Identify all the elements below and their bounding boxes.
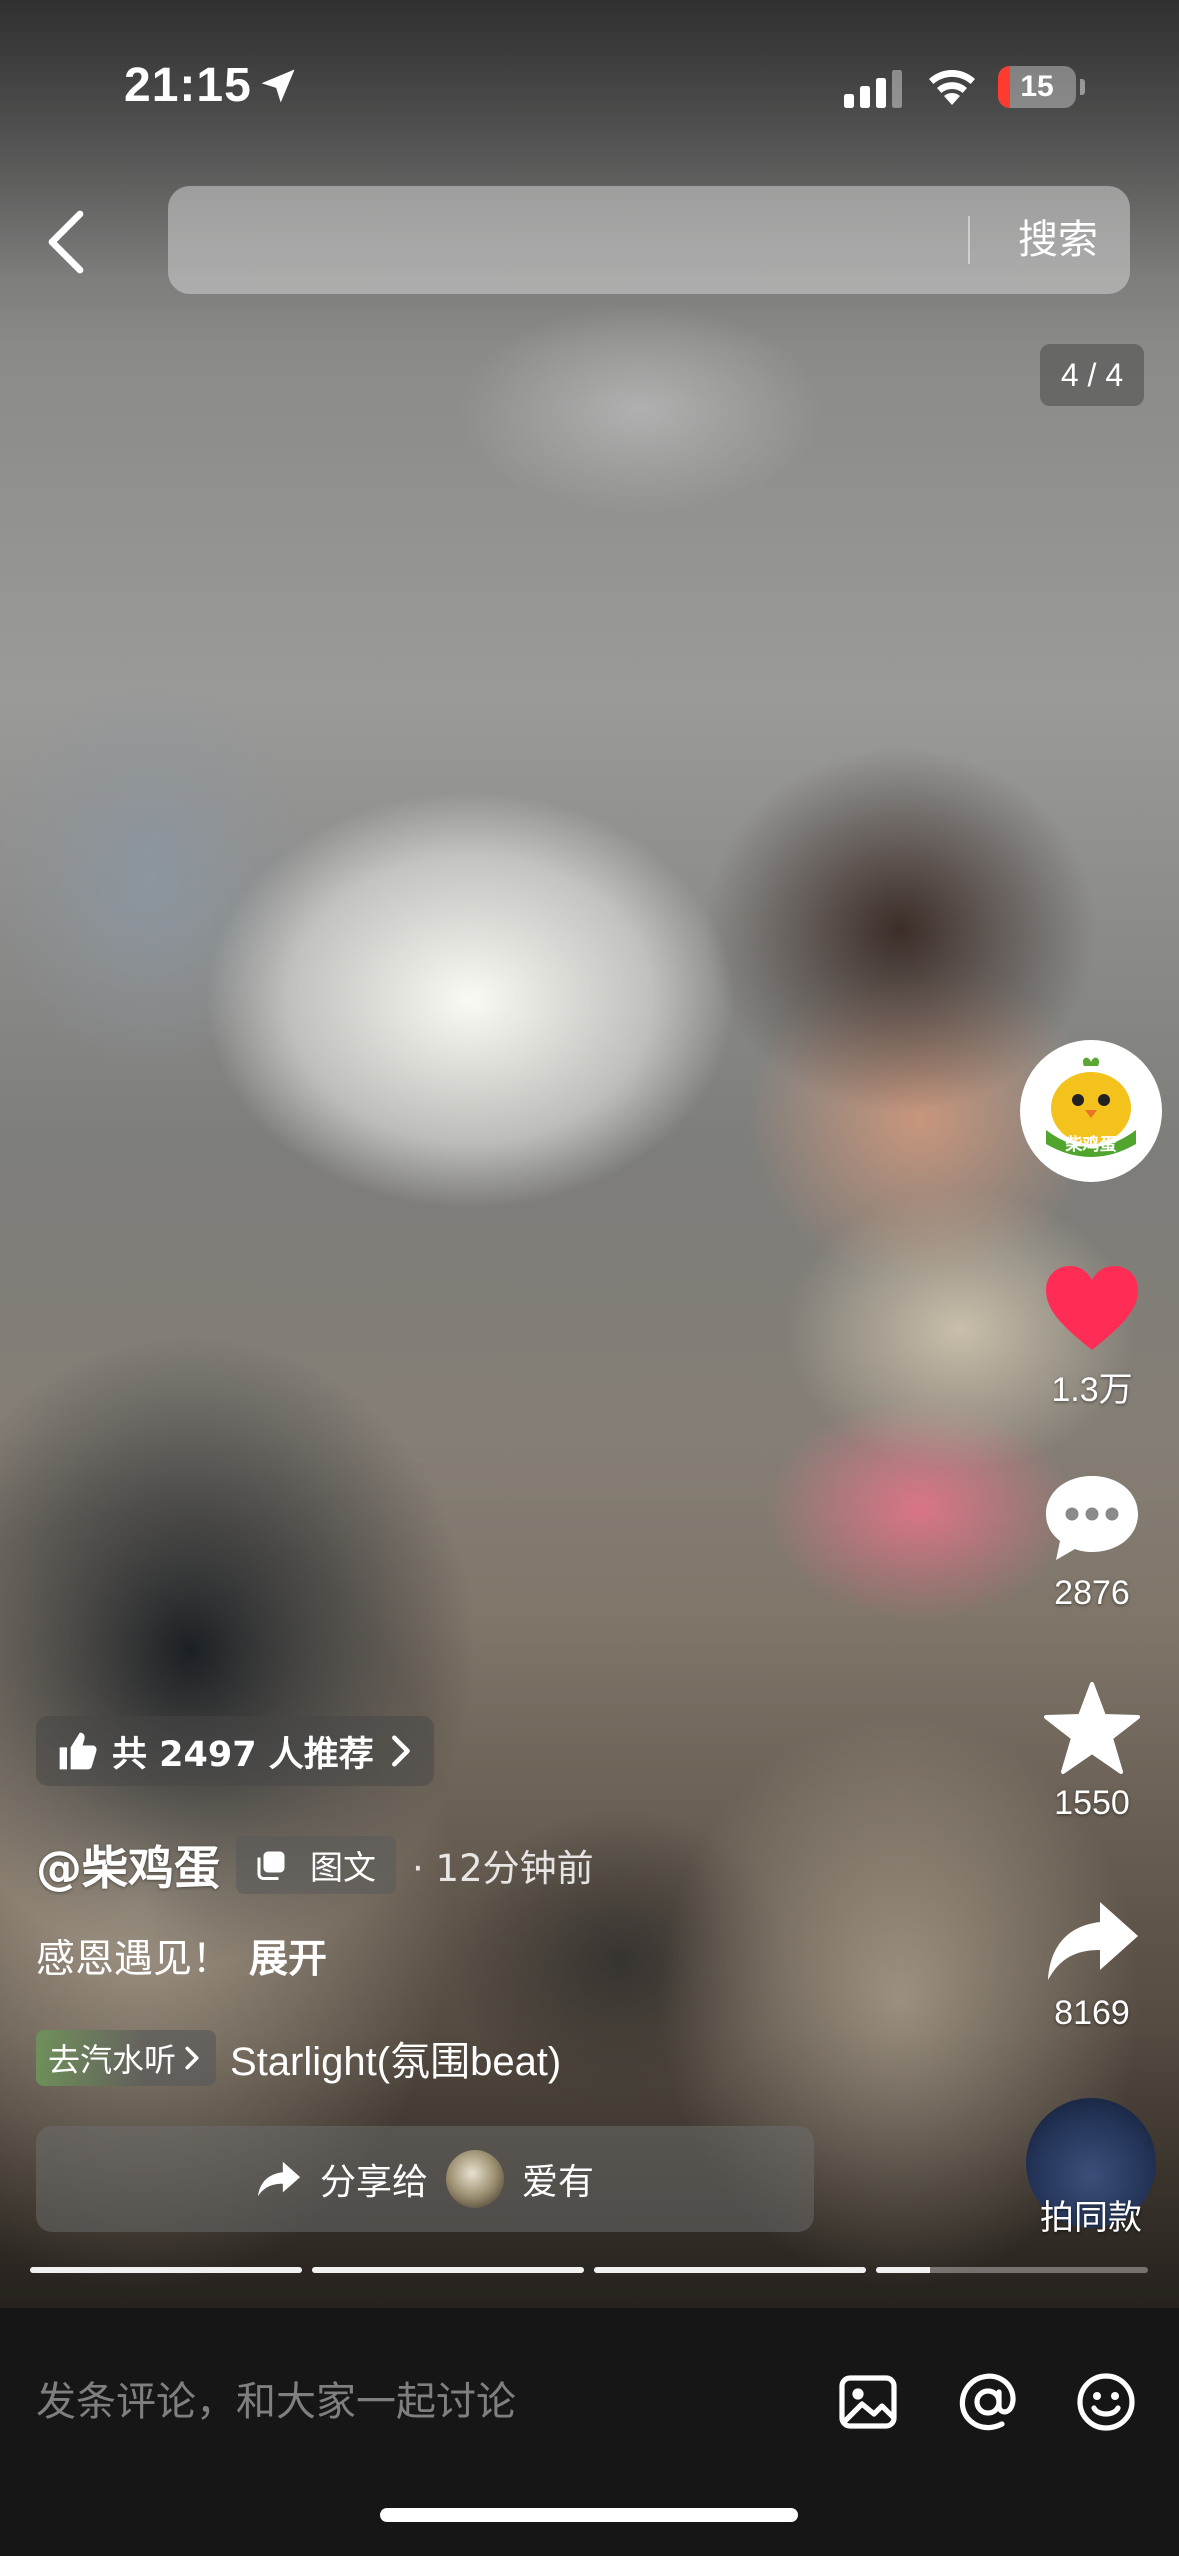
author-name[interactable]: @柴鸡蛋 — [36, 1832, 220, 1898]
favorite-button[interactable]: 1550 — [1022, 1680, 1162, 1823]
comment-count: 2876 — [1054, 1574, 1130, 1612]
comment-button[interactable]: 2876 — [1022, 1470, 1162, 1613]
chevron-right-icon — [391, 1735, 410, 1767]
post-time: · 12分钟前 — [412, 1847, 594, 1890]
song-title[interactable]: Starlight(氛围beat) — [230, 2029, 561, 2087]
comment-input[interactable]: 发条评论，和大家一起讨论 — [36, 2362, 796, 2442]
comment-bubble-icon — [1046, 1476, 1138, 1560]
author-avatar[interactable]: 柴鸡蛋 — [1020, 1040, 1162, 1182]
music-row: 去汽水听 Starlight(氛围beat) — [36, 2028, 561, 2088]
share-arrow-icon — [1048, 1902, 1138, 1980]
location-arrow-icon — [261, 69, 295, 103]
caption-row: 感恩遇见！ 展开 — [36, 1930, 327, 1990]
recommend-pill[interactable]: 共 2497 人推荐 — [36, 1716, 434, 1786]
image-icon[interactable] — [836, 2370, 900, 2434]
search-divider — [968, 216, 970, 264]
home-indicator — [380, 2508, 798, 2522]
search-input[interactable]: 搜索 — [168, 186, 1130, 294]
image-text-icon — [257, 1851, 285, 1880]
same-style-button[interactable]: 拍同款 — [1010, 2190, 1172, 2239]
battery-tip — [1080, 79, 1085, 95]
author-row: @柴鸡蛋 图文 · 12分钟前 — [36, 1830, 594, 1900]
cellular-signal-icon — [844, 70, 902, 108]
screen: 21:15 15 搜索 4 / 4 柴鸡蛋 1.3万 2876 1550 816… — [0, 0, 1179, 2556]
post-caption: 感恩遇见！ — [36, 1937, 232, 1982]
status-time: 21:15 — [124, 59, 252, 112]
chevron-right-icon — [185, 2046, 199, 2070]
emoji-icon[interactable] — [1074, 2370, 1138, 2434]
friend-name: 爱有 — [522, 2162, 595, 2203]
search-button[interactable]: 搜索 — [998, 186, 1118, 294]
listen-label: 去汽水听 — [48, 2041, 177, 2079]
like-count: 1.3万 — [1051, 1371, 1133, 1409]
gallery-segment-1 — [30, 2267, 302, 2273]
star-icon — [1044, 1682, 1140, 1774]
chick-logo-icon: 柴鸡蛋 — [1046, 1057, 1136, 1157]
listen-on-qishui-button[interactable]: 去汽水听 — [36, 2030, 217, 2086]
gallery-segment-4 — [876, 2267, 1148, 2273]
gallery-segment-2 — [312, 2267, 584, 2273]
avatar-text: 柴鸡蛋 — [1065, 1134, 1117, 1155]
heart-icon — [1046, 1266, 1138, 1350]
page-counter: 4 / 4 — [1040, 344, 1144, 406]
battery-indicator: 15 — [998, 66, 1076, 108]
back-button[interactable] — [38, 208, 98, 276]
share-button[interactable]: 8169 — [1022, 1896, 1162, 2033]
at-icon[interactable] — [956, 2370, 1020, 2434]
share-arrow-icon — [257, 2161, 301, 2197]
post-type-label: 图文 — [310, 1848, 376, 1887]
recommend-text: 共 2497 人推荐 — [112, 1734, 374, 1775]
share-to-label: 分享给 — [319, 2162, 428, 2203]
expand-button[interactable]: 展开 — [249, 1937, 327, 1982]
battery-level: 15 — [1020, 70, 1054, 103]
thumbs-up-icon — [59, 1732, 97, 1770]
share-to-friend-button[interactable]: 分享给 爱有 — [36, 2126, 814, 2232]
share-count: 8169 — [1054, 1994, 1130, 2032]
post-type-badge: 图文 — [236, 1836, 396, 1894]
gallery-segment-3 — [594, 2267, 866, 2273]
friend-avatar — [446, 2150, 504, 2208]
like-button[interactable]: 1.3万 — [1022, 1262, 1162, 1411]
favorite-count: 1550 — [1054, 1784, 1130, 1822]
wifi-icon — [929, 70, 975, 105]
